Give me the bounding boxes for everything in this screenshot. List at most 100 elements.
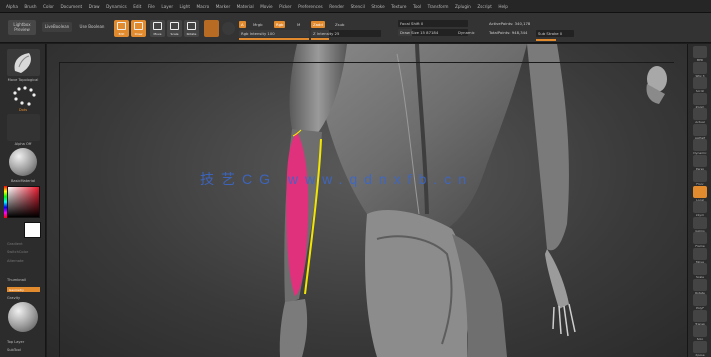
draw-icon	[134, 22, 143, 30]
zsub-button[interactable]: Zsub	[333, 21, 346, 28]
right-shelf-floor-button[interactable]	[693, 170, 707, 182]
menu-macro[interactable]: Macro	[197, 4, 210, 9]
right-shelf-xpose-button[interactable]	[693, 340, 707, 353]
sub-stroke-slider[interactable]: Sub Stroke 0	[536, 30, 574, 37]
menu-preferences[interactable]: Preferences	[298, 4, 323, 9]
menu-light[interactable]: Light	[180, 4, 190, 9]
secondary-color-swatch[interactable]	[24, 222, 41, 238]
mrgb-button[interactable]: Mrgb	[251, 21, 265, 28]
3d-viewport[interactable]: 技艺CG www.qdnxfb.cn	[47, 44, 687, 357]
edit-button[interactable]: Edit	[114, 20, 129, 37]
menu-transform[interactable]: Transform	[428, 4, 449, 9]
alpha-thumbnail[interactable]	[7, 114, 40, 141]
use-boolean-button[interactable]: Use Boolean	[76, 22, 108, 32]
right-shelf-zoom-button[interactable]	[693, 92, 707, 105]
right-shelf-local-button[interactable]	[693, 185, 707, 198]
right-shelf-aahalf-button[interactable]	[693, 123, 707, 136]
stroke-thumbnail[interactable]	[7, 83, 40, 110]
dynamic-button[interactable]: Dynamic	[456, 29, 477, 36]
scale-label: Scale	[170, 32, 179, 36]
total-points-readout: TotalPoints: 948,344	[489, 30, 528, 35]
geometry-label: Geometry	[9, 288, 24, 292]
rotate-icon	[187, 22, 196, 30]
rgb-intensity-slider[interactable]: Rgb Intensity 100	[239, 30, 309, 37]
right-shelf-spix-3-button[interactable]	[693, 61, 707, 74]
stroke-name-label: Dots	[18, 108, 28, 112]
canvas-frame-top	[59, 62, 674, 63]
material-sphere[interactable]	[9, 148, 37, 176]
focal-shift-slider[interactable]: Focal Shift 0	[398, 20, 468, 27]
menu-picker[interactable]: Picker	[279, 4, 291, 9]
right-shelf: BPR SPix 3 Scroll Zoom Actual AAHalf Dynamic Pe…	[687, 44, 711, 357]
menu-tool[interactable]: Tool	[413, 4, 421, 9]
draw-label: Draw	[134, 32, 143, 36]
right-shelf-dynamic-button[interactable]	[693, 139, 707, 151]
move-label: Move	[153, 32, 162, 36]
right-shelf-actual-button[interactable]	[693, 108, 707, 120]
right-shelf-label: Xpose	[695, 352, 705, 357]
lightbox-button[interactable]: Lightbox Preview	[8, 20, 36, 35]
right-shelf-transp-button[interactable]	[693, 309, 707, 322]
right-shelf-frame-button[interactable]	[693, 232, 707, 244]
sub-stroke-label: Sub Stroke 0	[538, 31, 563, 36]
dots-stroke-icon	[13, 86, 36, 106]
right-shelf-scroll-button[interactable]	[693, 77, 707, 89]
menu-texture[interactable]: Texture	[391, 4, 406, 9]
move-icon	[153, 22, 162, 30]
right-shelf-gizmo-button[interactable]	[693, 216, 707, 229]
menu-zscript[interactable]: Zscript	[477, 4, 492, 9]
right-shelf-persp-button[interactable]	[693, 154, 707, 167]
move-button[interactable]: Move	[150, 20, 165, 37]
color-picker[interactable]	[7, 186, 40, 218]
liveboolean-button[interactable]: LiveBoolean	[42, 22, 72, 32]
menu-edit[interactable]: Edit	[133, 4, 141, 9]
geometry-bar[interactable]: Geometry	[7, 287, 40, 292]
z-intensity-label: Z Intensity 25	[313, 31, 340, 36]
scale-button[interactable]: Scale	[167, 20, 182, 37]
menu-brush[interactable]: Brush	[24, 4, 36, 9]
zadd-button[interactable]: Zadd	[311, 21, 325, 28]
menu-stencil[interactable]: Stencil	[351, 4, 365, 9]
menu-color[interactable]: Color	[43, 4, 54, 9]
material-swatch-button[interactable]	[204, 20, 219, 37]
a-chip[interactable]: A	[239, 21, 246, 28]
menu-document[interactable]: Document	[60, 4, 82, 9]
brush-name-label: Move Topological	[7, 78, 39, 82]
z-intensity-slider[interactable]: Z Intensity 25	[311, 30, 381, 37]
menu-file[interactable]: File	[148, 4, 155, 9]
menu-movie[interactable]: Movie	[260, 4, 272, 9]
brush-thumbnail[interactable]	[7, 49, 40, 76]
right-shelf-solo-button[interactable]	[693, 325, 707, 337]
gravity-sphere[interactable]	[8, 302, 38, 332]
left-shelf: Move Topological Dots Alpha Off BasicMat…	[0, 44, 46, 357]
menu-layer[interactable]: Layer	[161, 4, 173, 9]
right-shelf-polyf-button[interactable]	[693, 294, 707, 306]
m-button[interactable]: M	[295, 21, 302, 28]
menu-help[interactable]: Help	[498, 4, 508, 9]
watermark-text: 技艺CG www.qdnxfb.cn	[200, 171, 474, 187]
draw-size-label: Draw Size 15 87184	[400, 30, 439, 35]
rgb-button[interactable]: Rgb	[274, 21, 286, 28]
menu-draw[interactable]: Draw	[89, 4, 100, 9]
scale-icon	[170, 22, 179, 30]
menu-dynamics[interactable]: Dynamics	[106, 4, 127, 9]
menu-render[interactable]: Render	[329, 4, 344, 9]
draw-button[interactable]: Draw	[131, 20, 146, 37]
navigation-head-gizmo[interactable]	[646, 66, 668, 104]
top-toolbar: Lightbox Preview LiveBoolean Use Boolean…	[0, 13, 711, 43]
menu-stroke[interactable]: Stroke	[371, 4, 384, 9]
right-shelf-rotate-button[interactable]	[693, 278, 707, 291]
active-points-readout: ActivePoints: 340,178	[489, 21, 531, 26]
circle-brush-icon[interactable]	[222, 22, 235, 35]
menu-zplugin[interactable]: Zplugin	[455, 4, 471, 9]
use-boolean-label: Use Boolean	[79, 24, 105, 29]
right-shelf-scale-button[interactable]	[693, 263, 707, 275]
right-shelf-lsym-button[interactable]	[693, 201, 707, 213]
right-shelf-move-button[interactable]	[693, 247, 707, 260]
rotate-button[interactable]: Rotate	[184, 20, 199, 37]
focal-shift-label: Focal Shift 0	[400, 21, 424, 26]
menu-marker[interactable]: Marker	[216, 4, 230, 9]
menu-material[interactable]: Material	[237, 4, 254, 9]
right-shelf-bpr-button[interactable]	[693, 46, 707, 58]
menu-alpha[interactable]: Alpha	[6, 4, 18, 9]
